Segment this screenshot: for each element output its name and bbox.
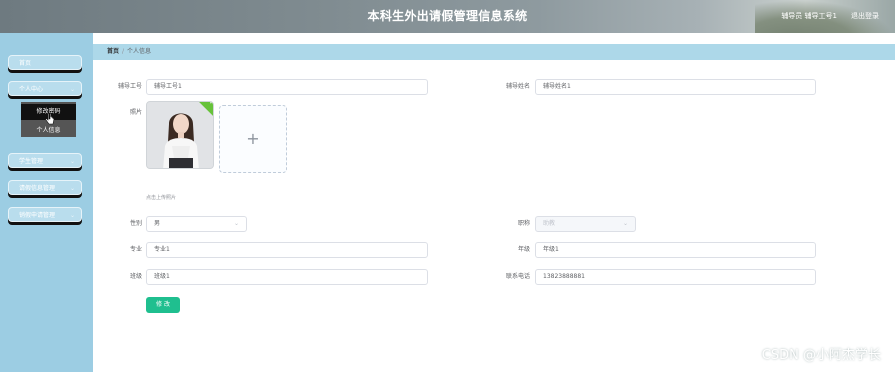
chevron-down-icon: ⌄ bbox=[622, 220, 628, 227]
major-label: 专业 bbox=[129, 246, 142, 253]
grade-field[interactable]: 年级1 bbox=[535, 242, 816, 258]
major-field[interactable]: 专业1 bbox=[146, 242, 428, 258]
hand-cursor-icon bbox=[45, 113, 55, 125]
class-field[interactable]: 班级1 bbox=[146, 269, 428, 285]
sidebar-item-return-requests[interactable]: 销假申请管理 ⌄ bbox=[8, 207, 82, 222]
breadcrumb: 首页 / 个人信息 bbox=[93, 44, 895, 60]
submit-button[interactable]: 修 改 bbox=[146, 297, 180, 313]
sidebar-item-label: 个人中心 bbox=[19, 86, 44, 93]
sidebar-item-label: 销假申请管理 bbox=[19, 212, 56, 219]
watermark: CSDN @小阿杰学长 bbox=[761, 348, 881, 363]
chevron-down-icon: ⌄ bbox=[69, 185, 75, 192]
role-select[interactable]: 助教 ⌄ bbox=[535, 216, 636, 232]
upload-hint: 点击上传照片 bbox=[146, 195, 177, 201]
teacher-no-label: 辅导工号 bbox=[117, 83, 142, 90]
current-user: 辅导员 辅导工号1 bbox=[781, 12, 837, 20]
class-label: 班级 bbox=[129, 273, 142, 280]
chevron-down-icon: ⌄ bbox=[69, 212, 75, 219]
breadcrumb-separator: / bbox=[122, 48, 125, 55]
gender-value: 男 bbox=[154, 220, 161, 227]
gender-label: 性别 bbox=[129, 220, 142, 227]
chevron-down-icon: ⌄ bbox=[69, 86, 75, 93]
phone-field[interactable]: 13823888881 bbox=[535, 269, 816, 285]
grade-label: 年级 bbox=[517, 246, 530, 253]
phone-label: 联系电话 bbox=[505, 273, 530, 280]
person-portrait-image bbox=[147, 102, 213, 168]
sidebar-item-leave-info[interactable]: 请假信息管理 ⌄ bbox=[8, 180, 82, 195]
photo-label: 照片 bbox=[129, 109, 142, 116]
plus-icon: + bbox=[246, 129, 260, 148]
teacher-name-label: 辅导姓名 bbox=[505, 83, 530, 90]
chevron-down-icon: ⌄ bbox=[69, 158, 75, 165]
sidebar-item-label: 首页 bbox=[19, 60, 32, 67]
role-value: 助教 bbox=[543, 220, 556, 227]
breadcrumb-current: 个人信息 bbox=[127, 48, 152, 55]
gender-select[interactable]: 男 ⌄ bbox=[146, 216, 247, 232]
breadcrumb-home[interactable]: 首页 bbox=[107, 48, 119, 55]
logout-link[interactable]: 退出登录 bbox=[851, 0, 879, 33]
top-header: 本科生外出请假管理信息系统 辅导员 辅导工号1 退出登录 bbox=[0, 0, 895, 33]
chevron-down-icon: ⌄ bbox=[233, 220, 239, 227]
role-label: 职称 bbox=[517, 220, 530, 227]
teacher-name-field[interactable]: 辅导姓名1 bbox=[535, 79, 816, 95]
app-title: 本科生外出请假管理信息系统 bbox=[367, 9, 528, 23]
sidebar-item-students[interactable]: 学生管理 ⌄ bbox=[8, 153, 82, 168]
profile-photo[interactable]: ✓ bbox=[146, 101, 214, 169]
photo-upload-button[interactable]: + bbox=[219, 105, 287, 173]
sidebar-item-home[interactable]: 首页 bbox=[8, 55, 82, 70]
teacher-no-field[interactable]: 辅导工号1 bbox=[146, 79, 428, 95]
sidebar-item-label: 学生管理 bbox=[19, 158, 44, 165]
sidebar-item-label: 请假信息管理 bbox=[19, 185, 56, 192]
sidebar: 首页 个人中心 ⌄ 学生管理 ⌄ 请假信息管理 ⌄ 销假申请管理 ⌄ bbox=[0, 33, 93, 372]
sidebar-item-profile-center[interactable]: 个人中心 ⌄ bbox=[8, 81, 82, 96]
check-icon: ✓ bbox=[209, 101, 214, 107]
